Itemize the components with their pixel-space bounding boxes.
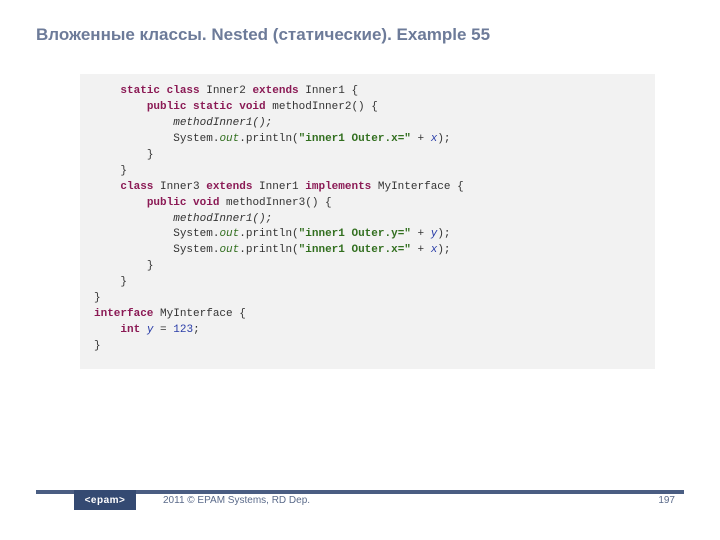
- code-line: public void methodInner3() {: [94, 197, 332, 209]
- code-line: interface MyInterface {: [94, 308, 246, 320]
- page-number: 197: [658, 495, 675, 506]
- code-line: }: [94, 165, 127, 177]
- code-line: methodInner1();: [94, 213, 272, 225]
- code-line: class Inner3 extends Inner1 implements M…: [94, 181, 464, 193]
- code-line: methodInner1();: [94, 117, 272, 129]
- slide-title: Вложенные классы. Nested (статические). …: [36, 25, 490, 45]
- copyright-text: 2011 © EPAM Systems, RD Dep.: [163, 495, 310, 506]
- code-block: static class Inner2 extends Inner1 { pub…: [80, 74, 655, 369]
- code-line: int y = 123;: [94, 324, 200, 336]
- epam-logo: <epam>: [74, 490, 136, 510]
- code-line: }: [94, 292, 101, 304]
- code-line: static class Inner2 extends Inner1 {: [94, 85, 358, 97]
- code-line: }: [94, 340, 101, 352]
- code-line: public static void methodInner2() {: [94, 101, 378, 113]
- code-line: }: [94, 260, 153, 272]
- code-line: System.out.println("inner1 Outer.y=" + y…: [94, 228, 451, 240]
- code-line: }: [94, 276, 127, 288]
- code-line: System.out.println("inner1 Outer.x=" + x…: [94, 244, 451, 256]
- code-line: System.out.println("inner1 Outer.x=" + x…: [94, 133, 451, 145]
- code-line: }: [94, 149, 153, 161]
